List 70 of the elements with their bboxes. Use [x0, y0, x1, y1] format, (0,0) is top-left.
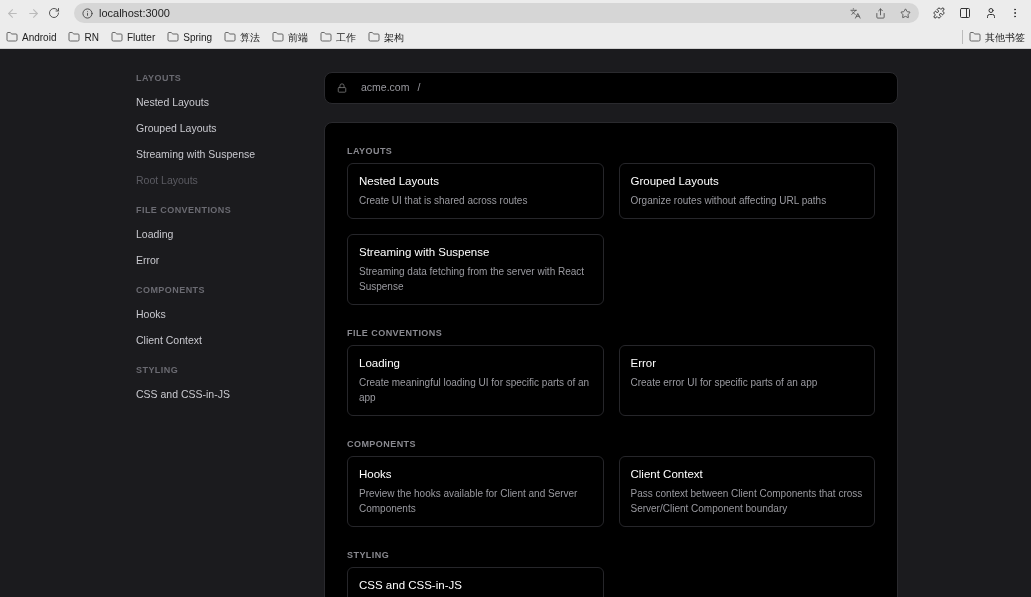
- folder-icon: [110, 31, 123, 43]
- star-icon[interactable]: [900, 7, 911, 19]
- sidebar-heading: STYLING: [136, 364, 180, 376]
- reload-icon[interactable]: [48, 7, 60, 19]
- card-title: Grouped Layouts: [630, 174, 719, 188]
- folder-icon: [68, 31, 81, 43]
- card-description: Pass context between Client Components that cross Server/Client Component boundary: [630, 487, 863, 516]
- folder-icon: [224, 31, 237, 43]
- sidebar-heading: COMPONENTS: [136, 284, 206, 296]
- card-title: Hooks: [359, 467, 392, 481]
- link-card[interactable]: Hooks Preview the hooks available for Client and Server Components: [347, 456, 604, 527]
- address-bar[interactable]: localhost:3000: [74, 3, 919, 23]
- card-title: Loading: [359, 356, 400, 370]
- folder-icon: [167, 31, 180, 43]
- share-icon[interactable]: [875, 7, 886, 19]
- card-title: Nested Layouts: [359, 174, 439, 188]
- card-title: Error: [630, 356, 657, 370]
- section-heading: COMPONENTS: [347, 438, 417, 450]
- side-panel-icon[interactable]: [959, 7, 971, 19]
- card-title: Streaming with Suspense: [359, 245, 490, 259]
- folder-icon: [368, 31, 381, 43]
- sidebar-heading: LAYOUTS: [136, 72, 183, 84]
- folder-icon: [272, 31, 285, 43]
- card-description: Create UI that is shared across routes: [359, 194, 529, 208]
- sidebar-heading: FILE CONVENTIONS: [136, 204, 233, 216]
- sidebar-item[interactable]: Streaming with Suspense: [136, 142, 256, 168]
- card-description: Create error UI for specific parts of an app: [630, 376, 819, 390]
- extensions-icon[interactable]: [933, 7, 945, 19]
- sidebar-item[interactable]: Nested Layouts: [136, 90, 209, 116]
- other-bookmarks[interactable]: 其他书签: [969, 29, 1025, 45]
- info-icon[interactable]: [82, 7, 93, 19]
- link-card[interactable]: Grouped Layouts Organize routes without affecting URL paths: [618, 163, 875, 219]
- bookmark[interactable]: Flutter: [110, 29, 156, 45]
- folder-icon: [6, 31, 18, 43]
- sidebar-item[interactable]: Loading: [136, 222, 174, 248]
- sidebar-item[interactable]: CSS and CSS-in-JS: [136, 382, 230, 408]
- sidebar-item[interactable]: Grouped Layouts: [136, 116, 217, 142]
- card-title: CSS and CSS-in-JS: [359, 578, 462, 592]
- link-card[interactable]: Streaming with Suspense Streaming data fetching from the server with React Suspense: [347, 234, 604, 305]
- section-heading: STYLING: [347, 549, 391, 561]
- address-text: localhost:3000: [99, 5, 170, 21]
- bookmark[interactable]: 架构: [368, 29, 405, 45]
- sidebar-item[interactable]: Client Context: [136, 328, 202, 354]
- folder-icon: [969, 31, 981, 43]
- url-domain: acme.com: [361, 80, 410, 96]
- card-description: Create meaningful loading UI for specific parts of an app: [359, 376, 591, 405]
- card-description: Preview the hooks available for Client and Server Components: [359, 487, 579, 516]
- card-description: Streaming data fetching from the server with React Suspense: [359, 265, 586, 294]
- card-title: Client Context: [630, 467, 703, 481]
- bookmark[interactable]: 前端: [272, 29, 309, 45]
- folder-icon: [320, 31, 333, 43]
- section-heading: LAYOUTS: [347, 145, 394, 157]
- lock-icon: [337, 83, 347, 93]
- profile-icon[interactable]: [985, 7, 997, 19]
- link-card[interactable]: Loading Create meaningful loading UI for specific parts of an app: [347, 345, 604, 416]
- url-path: /: [417, 80, 421, 96]
- sidebar-item[interactable]: Error: [136, 248, 160, 274]
- bookmark[interactable]: 算法: [224, 29, 261, 45]
- bookmark[interactable]: 工作: [320, 29, 357, 45]
- section-heading: FILE CONVENTIONS: [347, 327, 444, 339]
- bookmark[interactable]: Android: [6, 29, 57, 45]
- link-card[interactable]: Client Context Pass context between Client Components that cross Server/Client Component boundary: [618, 456, 875, 527]
- card-description: Organize routes without affecting URL paths: [630, 194, 828, 208]
- link-card[interactable]: CSS and CSS-in-JS: [347, 567, 604, 597]
- bookmark[interactable]: Spring: [167, 29, 213, 45]
- bookmark[interactable]: RN: [68, 29, 99, 45]
- sidebar-item[interactable]: Hooks: [136, 302, 166, 328]
- link-card[interactable]: Nested Layouts Create UI that is shared across routes: [347, 163, 604, 219]
- link-card[interactable]: Error Create error UI for specific parts of an app: [618, 345, 875, 416]
- translate-icon[interactable]: [850, 7, 861, 19]
